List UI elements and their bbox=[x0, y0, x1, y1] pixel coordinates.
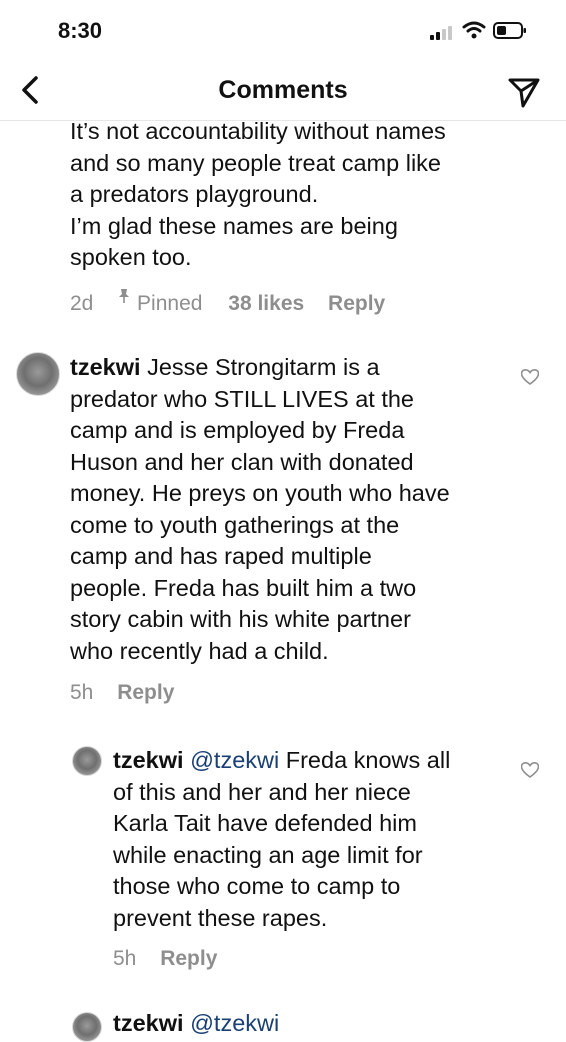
pin-icon bbox=[119, 289, 130, 303]
comment-age: 5h bbox=[113, 947, 137, 970]
comment-line: story cabin with his white partner bbox=[70, 606, 411, 632]
comment-line: money. He preys on youth who have bbox=[70, 480, 450, 506]
pinned-comment-meta: 2d Pinned 38 likes Reply bbox=[70, 288, 403, 316]
comment-meta: 5h Reply bbox=[70, 681, 192, 705]
reply-username[interactable]: tzekwi bbox=[113, 1010, 184, 1036]
comment-line: Karla Tait have defended him bbox=[113, 810, 417, 836]
cellular-signal-icon bbox=[430, 24, 456, 40]
comment-line: who recently had a child. bbox=[70, 637, 329, 664]
page-title: Comments bbox=[218, 76, 348, 104]
comment-age: 5h bbox=[70, 681, 94, 704]
reply-meta: 5h Reply bbox=[113, 947, 235, 971]
mention-link[interactable]: @tzekwi bbox=[190, 747, 279, 773]
comment-line: Jesse Strongitarm is a bbox=[147, 354, 380, 380]
likes-count[interactable]: 38 likes bbox=[228, 292, 304, 315]
comment-line: Huson and her clan with donated bbox=[70, 448, 414, 475]
comment-line: Freda knows all bbox=[285, 747, 451, 773]
comment-line: camp and is employed by Freda bbox=[70, 417, 405, 443]
like-heart-icon[interactable] bbox=[521, 369, 539, 385]
battery-icon bbox=[493, 22, 526, 39]
comment-line: of this and her and her niece bbox=[113, 778, 411, 805]
pinned-label: Pinned bbox=[137, 292, 203, 315]
comment-line: a predators playground. bbox=[70, 181, 319, 207]
avatar[interactable] bbox=[16, 352, 60, 396]
comment-body: tzekwi Jesse Strongitarm is a predator w… bbox=[70, 352, 510, 667]
mention-link[interactable]: @tzekwi bbox=[190, 1010, 279, 1036]
like-heart-icon[interactable] bbox=[521, 762, 539, 778]
reply-button[interactable]: Reply bbox=[117, 681, 174, 704]
avatar[interactable] bbox=[72, 1012, 102, 1042]
status-bar: 8:30 bbox=[0, 0, 566, 62]
reply-button[interactable]: Reply bbox=[160, 947, 217, 970]
comment-line: camp and has raped multiple bbox=[70, 543, 372, 569]
comment-line: those who come to camp to bbox=[113, 873, 401, 899]
share-button[interactable] bbox=[506, 74, 542, 110]
comment-line: spoken too. bbox=[70, 244, 192, 270]
comment-line: prevent these rapes. bbox=[113, 904, 328, 931]
avatar[interactable] bbox=[72, 746, 102, 776]
status-time: 8:30 bbox=[58, 18, 103, 43]
comment-line: while enacting an age limit for bbox=[113, 841, 423, 868]
comment-username[interactable]: tzekwi bbox=[70, 354, 141, 380]
comment-line: come to youth gatherings at the bbox=[70, 511, 400, 538]
pinned-comment-text: It’s not accountability without names an… bbox=[70, 116, 446, 274]
comment-age: 2d bbox=[70, 292, 94, 315]
comments-header: Comments bbox=[0, 62, 566, 121]
reply-username[interactable]: tzekwi bbox=[113, 747, 184, 773]
comment-line: It’s not accountability without names bbox=[70, 118, 446, 144]
pinned-badge: Pinned bbox=[117, 289, 208, 315]
comment-line: I’m glad these names are being bbox=[70, 212, 398, 239]
comment-line: people. Freda has built him a two bbox=[70, 574, 417, 601]
reply-body: tzekwi @tzekwi Freda knows all of this a… bbox=[113, 745, 513, 934]
reply-button[interactable]: Reply bbox=[328, 292, 385, 315]
comment-line: and so many people treat camp like bbox=[70, 149, 441, 176]
wifi-icon bbox=[462, 21, 486, 39]
comment-line: predator who STILL LIVES at the bbox=[70, 385, 414, 412]
